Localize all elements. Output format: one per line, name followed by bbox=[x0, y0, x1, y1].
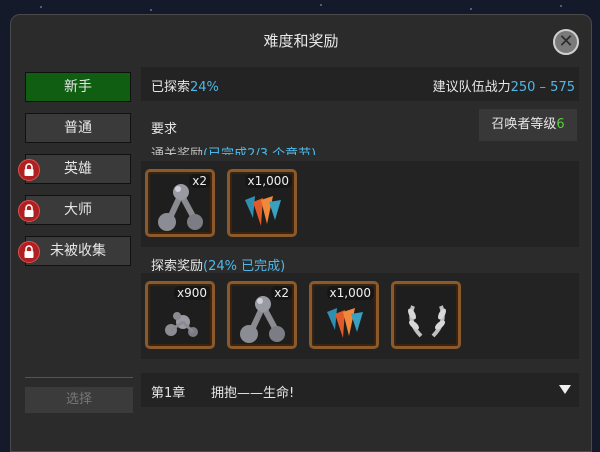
summoner-level-value: 6 bbox=[556, 117, 565, 132]
close-icon: ✕ bbox=[558, 31, 574, 52]
difficulty-button-heroic[interactable]: 英雄 bbox=[18, 154, 131, 184]
catalyst-icon bbox=[240, 296, 285, 343]
reward-count: x900 bbox=[173, 286, 210, 300]
difficulty-button-normal[interactable]: 普通 bbox=[25, 113, 131, 143]
explored-label: 已探索 bbox=[151, 80, 191, 95]
chapter-dropdown[interactable]: 第1章 拥抱——生命! bbox=[141, 373, 579, 407]
reward-item[interactable]: x2 bbox=[227, 281, 297, 349]
lock-icon bbox=[18, 200, 40, 222]
star-decoration bbox=[470, 8, 472, 10]
crystal-shards-icon bbox=[245, 196, 281, 226]
star-decoration bbox=[320, 4, 322, 6]
explored-value: 24% bbox=[190, 80, 219, 95]
reward-count: x2 bbox=[189, 174, 210, 188]
difficulty-button-novice[interactable]: 新手 bbox=[25, 72, 131, 102]
reward-count: x1,000 bbox=[244, 174, 292, 188]
reward-count: x2 bbox=[271, 286, 292, 300]
difficulty-label: 普通 bbox=[64, 120, 92, 136]
chapter-number: 第1章 bbox=[151, 386, 186, 401]
lock-icon bbox=[18, 159, 40, 181]
chapter-name: 拥抱——生命! bbox=[211, 386, 295, 401]
explore-rewards-status: 已完成 bbox=[237, 259, 281, 274]
explore-rewards-percent: 24% bbox=[208, 259, 237, 274]
star-decoration bbox=[150, 9, 152, 11]
dialog-title: 难度和奖励 bbox=[263, 32, 339, 50]
difficulty-label: 英雄 bbox=[64, 161, 92, 177]
reward-item[interactable]: x1,000 bbox=[227, 169, 297, 237]
close-button[interactable]: ✕ bbox=[553, 29, 579, 55]
difficulty-button-uncollected[interactable]: 未被收集 bbox=[18, 236, 131, 266]
difficulty-label: 未被收集 bbox=[50, 243, 106, 259]
crystal-shards-icon bbox=[327, 308, 363, 338]
explored-info: 已探索24% bbox=[151, 76, 219, 95]
clear-rewards-status: (已完成2/3 个章节) bbox=[203, 147, 317, 155]
difficulty-button-master[interactable]: 大师 bbox=[18, 195, 131, 225]
reward-item[interactable]: x900 bbox=[145, 281, 215, 349]
explore-rewards-header: 探索奖励(24% 已完成) bbox=[151, 259, 286, 274]
reward-item[interactable]: x1,000 bbox=[309, 281, 379, 349]
power-min: 250 bbox=[510, 80, 536, 95]
star-decoration bbox=[40, 6, 42, 8]
reward-count: x1,000 bbox=[326, 286, 374, 300]
lock-icon bbox=[18, 241, 40, 263]
recommended-power-label: 建议队伍战力 bbox=[432, 80, 511, 95]
difficulty-rewards-dialog: 难度和奖励 ✕ 新手 普通 英雄 大师 未被收集 选择 已探索24% 建议队伍战… bbox=[10, 14, 592, 452]
catalyst-fragments-icon bbox=[165, 312, 198, 337]
star-decoration bbox=[560, 5, 562, 7]
chevron-down-icon bbox=[559, 385, 571, 394]
requirement-label: 要求 bbox=[151, 122, 178, 137]
reward-item[interactable] bbox=[391, 281, 461, 349]
explore-rewards-label: 探索奖励 bbox=[151, 259, 204, 274]
sidebar-divider bbox=[25, 377, 133, 378]
power-max: 575 bbox=[550, 80, 575, 95]
catalyst-icon bbox=[158, 184, 203, 231]
select-button[interactable]: 选择 bbox=[25, 387, 133, 413]
clear-rewards-header: 通关奖励(已完成2/3 个章节) bbox=[151, 143, 316, 155]
laurel-wreath-icon bbox=[408, 305, 446, 338]
recommended-power: 建议队伍战力250 – 575 bbox=[433, 76, 575, 95]
difficulty-label: 新手 bbox=[64, 79, 92, 95]
power-separator: – bbox=[535, 80, 551, 95]
summoner-level-requirement: 召唤者等级6 bbox=[479, 109, 577, 141]
clear-rewards-label: 通关奖励 bbox=[151, 147, 204, 155]
summoner-level-label: 召唤者等级 bbox=[491, 117, 557, 132]
reward-item[interactable]: x2 bbox=[145, 169, 215, 237]
difficulty-label: 大师 bbox=[64, 202, 92, 218]
